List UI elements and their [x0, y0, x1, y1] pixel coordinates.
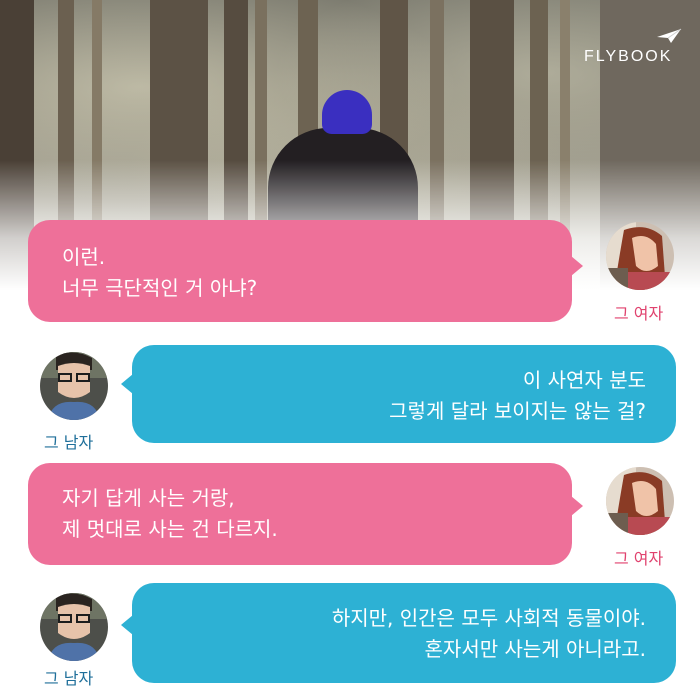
blue-beanie [322, 90, 372, 134]
bubble-tail [571, 256, 583, 276]
flybook-logo: FLYBOOK [584, 28, 684, 74]
man-avatar [40, 593, 108, 661]
message-line: 이 사연자 분도 [522, 368, 646, 392]
man-avatar [40, 352, 108, 420]
woman-portrait-icon [606, 222, 674, 290]
woman-message-bubble: 이런. 너무 극단적인 거 아냐? [28, 220, 572, 322]
message-line: 혼자서만 사는게 아니라고. [424, 637, 646, 661]
speaker-label: 그 여자 [614, 549, 664, 568]
man-portrait-icon [40, 352, 108, 420]
speaker-label: 그 여자 [614, 304, 664, 323]
man-portrait-icon [40, 593, 108, 661]
speaker-label: 그 남자 [44, 433, 94, 452]
paper-plane-icon [657, 28, 682, 43]
message-line: 제 멋대로 사는 건 다르지. [62, 517, 278, 541]
woman-avatar [606, 467, 674, 535]
message-line: 하지만, 인간은 모두 사회적 동물이야. [331, 606, 646, 630]
woman-portrait-icon [606, 467, 674, 535]
logo-text: FLYBOOK [584, 48, 673, 65]
message-line: 자기 답게 사는 거랑, [62, 486, 235, 510]
woman-avatar [606, 222, 674, 290]
message-line: 너무 극단적인 거 아냐? [62, 276, 258, 300]
man-message-bubble: 하지만, 인간은 모두 사회적 동물이야. 혼자서만 사는게 아니라고. [132, 583, 676, 683]
bubble-tail [571, 496, 583, 516]
message-line: 그렇게 달라 보이지는 않는 걸? [389, 399, 646, 423]
man-message-bubble: 이 사연자 분도 그렇게 달라 보이지는 않는 걸? [132, 345, 676, 443]
woman-message-bubble: 자기 답게 사는 거랑, 제 멋대로 사는 건 다르지. [28, 463, 572, 565]
message-line: 이런. [62, 245, 106, 269]
speaker-label: 그 남자 [44, 669, 94, 688]
